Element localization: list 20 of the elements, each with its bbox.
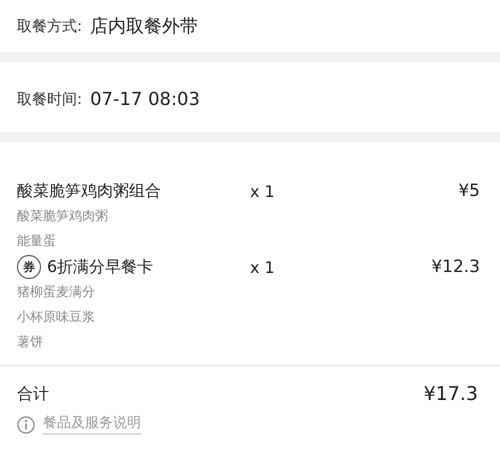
field-label: 取餐时间: [17,90,82,108]
item-component: 猪柳蛋麦满分 [17,284,96,302]
item-name: 6折满分早餐卡 [47,256,154,278]
quantity: x 1 [250,258,276,276]
item-component: 酸菜脆笋鸡肉粥 [17,208,109,226]
service-info-link[interactable]: 餐品及服务说明 [43,414,141,435]
item-price: ¥5 [457,181,480,201]
field-label: 取餐方式: [17,16,82,36]
item-component: 能量蛋 [17,233,57,251]
item-name: 酸菜脆笋鸡肉粥组合 [17,180,161,202]
field-value: 07-17 08:03 [90,88,200,110]
field-value: 店内取餐外带 [90,15,198,38]
item-component: 薯饼 [17,334,44,352]
info-icon [17,416,35,434]
quantity: x 1 [250,182,276,200]
item-price: ¥12.3 [430,257,480,277]
coupon-badge: 券 [17,255,41,279]
total-amount: ¥17.3 [424,383,478,405]
item-component: 小杯原味豆浆 [17,309,96,327]
total-label: 合计 [17,384,49,404]
